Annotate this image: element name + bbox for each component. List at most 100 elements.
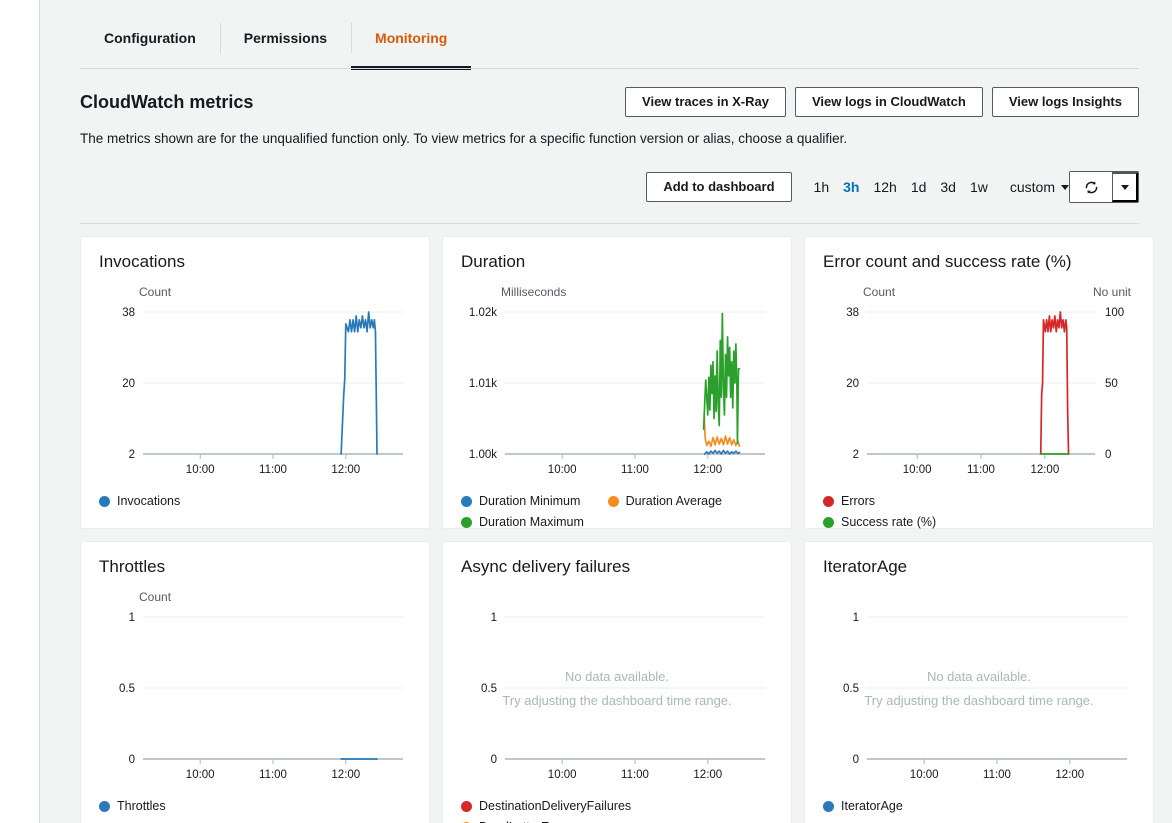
custom-range-label: custom xyxy=(1010,179,1055,195)
legend-color-dot xyxy=(461,517,472,528)
legend-color-dot xyxy=(823,496,834,507)
legend-item[interactable]: Invocations xyxy=(99,492,180,510)
y-tick-label-right: 100 xyxy=(1105,307,1124,319)
legend-item[interactable]: Errors xyxy=(823,492,1038,510)
legend-item[interactable]: DestinationDeliveryFailures xyxy=(461,797,631,815)
tab-configuration[interactable]: Configuration xyxy=(80,14,220,62)
legend-item[interactable]: Success rate (%) xyxy=(823,513,936,531)
refresh-group xyxy=(1069,171,1139,203)
plot-area: 00.5110:0011:0012:00 xyxy=(99,611,411,789)
chart-legend: Duration Minimum Duration Average Duration… xyxy=(461,492,773,534)
time-range-1d[interactable]: 1d xyxy=(911,179,927,195)
plot-area: 00.5110:0011:0012:00No data available.Tr… xyxy=(461,611,773,789)
legend-label: Duration Average xyxy=(626,492,722,510)
legend-color-dot xyxy=(608,496,619,507)
metric-card-iteratorage: IteratorAge00.5110:0011:0012:00No data a… xyxy=(804,541,1154,823)
y-axis-unit-left: Count xyxy=(139,285,171,300)
tab-permissions[interactable]: Permissions xyxy=(220,14,351,62)
axis-unit-row: Count xyxy=(139,285,407,300)
y-tick-label: 38 xyxy=(846,307,859,319)
chart-plot-errors-success: 2203805010010:0011:0012:00 xyxy=(823,306,1135,484)
x-tick-label: 10:00 xyxy=(548,464,577,476)
metric-card-title: Error count and success rate (%) xyxy=(823,251,1135,273)
legend-item[interactable]: Duration Minimum xyxy=(461,492,608,510)
header-action-button-2[interactable]: View logs Insights xyxy=(992,87,1139,117)
time-range-group: 1h 3h 12h 1d 3d 1w xyxy=(814,179,988,195)
y-tick-label: 0 xyxy=(129,754,135,766)
y-tick-label-right: 0 xyxy=(1105,449,1111,461)
y-tick-label: 38 xyxy=(122,307,135,319)
x-tick-label: 12:00 xyxy=(331,769,360,781)
y-tick-label: 20 xyxy=(122,378,135,390)
legend-item[interactable]: IteratorAge xyxy=(823,797,903,815)
legend-item[interactable]: Duration Average xyxy=(608,492,755,510)
y-axis-unit-left: Milliseconds xyxy=(501,285,566,300)
y-axis-unit-left: Count xyxy=(863,285,895,300)
refresh-options-button[interactable] xyxy=(1112,172,1138,202)
chart-plot-invocations: 2203810:0011:0012:00 xyxy=(99,306,411,484)
refresh-button[interactable] xyxy=(1070,172,1112,202)
series-line xyxy=(704,415,739,446)
time-range-12h[interactable]: 12h xyxy=(873,179,896,195)
axis-unit-row: Milliseconds xyxy=(501,285,769,300)
legend-item[interactable]: Throttles xyxy=(99,797,166,815)
header-block: CloudWatch metrics View traces in X-Ray V… xyxy=(80,62,1139,148)
metric-card-errors-success: Error count and success rate (%) Count No … xyxy=(804,236,1154,529)
legend-item[interactable]: Duration Maximum xyxy=(461,513,608,531)
y-tick-label: 1 xyxy=(853,612,859,624)
left-gutter xyxy=(0,0,40,823)
custom-range-selector[interactable]: custom xyxy=(1010,179,1069,195)
chart-legend: IteratorAge xyxy=(823,797,1135,818)
y-axis-unit-left: Count xyxy=(139,590,171,605)
metric-card-title: Throttles xyxy=(99,556,411,578)
x-tick-label: 11:00 xyxy=(259,769,287,781)
legend-label: Duration Minimum xyxy=(479,492,580,510)
y-tick-label: 0.5 xyxy=(119,683,135,695)
x-tick-label: 11:00 xyxy=(621,769,649,781)
metric-card-invocations: InvocationsCount2203810:0011:0012:00Invo… xyxy=(80,236,430,529)
metric-card-throttles: ThrottlesCount00.5110:0011:0012:00Thrott… xyxy=(80,541,430,823)
time-range-3d[interactable]: 3d xyxy=(940,179,956,195)
header-action-button-1[interactable]: View logs in CloudWatch xyxy=(795,87,983,117)
tab-monitoring[interactable]: Monitoring xyxy=(351,14,471,62)
x-tick-label: 11:00 xyxy=(983,769,1011,781)
time-range-1w[interactable]: 1w xyxy=(970,179,988,195)
y-tick-label: 1.00k xyxy=(469,449,497,461)
main-content: ConfigurationPermissionsMonitoring Cloud… xyxy=(41,0,1172,823)
chart-plot-async-delivery-failures: 00.5110:0011:0012:00 xyxy=(461,611,773,789)
x-tick-label: 12:00 xyxy=(1055,769,1084,781)
axis-unit-row: Count xyxy=(139,590,407,605)
axis-unit-row xyxy=(501,590,769,605)
x-tick-label: 10:00 xyxy=(186,464,215,476)
legend-color-dot xyxy=(99,496,110,507)
metric-card-title: IteratorAge xyxy=(823,556,1135,578)
legend-label: DestinationDeliveryFailures xyxy=(479,797,631,815)
plot-area: 2203805010010:0011:0012:00 xyxy=(823,306,1135,484)
legend-label: Invocations xyxy=(117,492,180,510)
y-axis-unit-right: No unit xyxy=(1093,285,1131,300)
tab-bar: ConfigurationPermissionsMonitoring xyxy=(80,0,1172,62)
time-range-3h[interactable]: 3h xyxy=(843,179,859,195)
add-to-dashboard-button[interactable]: Add to dashboard xyxy=(646,172,791,202)
legend-color-dot xyxy=(823,517,834,528)
y-tick-label: 1.01k xyxy=(469,378,497,390)
x-tick-label: 11:00 xyxy=(259,464,287,476)
legend-label: DeadLetterErrors xyxy=(479,818,575,823)
plot-area: 1.00k1.01k1.02k10:0011:0012:00 xyxy=(461,306,773,484)
chart-legend: Throttles xyxy=(99,797,411,818)
x-tick-label: 12:00 xyxy=(693,769,722,781)
metric-card-title: Async delivery failures xyxy=(461,556,773,578)
chart-plot-iteratorage: 00.5110:0011:0012:00 xyxy=(823,611,1135,789)
chevron-down-icon xyxy=(1061,185,1069,190)
chart-plot-duration: 1.00k1.01k1.02k10:0011:0012:00 xyxy=(461,306,773,484)
y-tick-label: 2 xyxy=(129,449,135,461)
time-range-1h[interactable]: 1h xyxy=(814,179,830,195)
plot-area: 00.5110:0011:0012:00No data available.Tr… xyxy=(823,611,1135,789)
refresh-icon xyxy=(1083,179,1100,196)
page-title: CloudWatch metrics xyxy=(80,87,253,114)
header-action-button-0[interactable]: View traces in X-Ray xyxy=(625,87,786,117)
axis-unit-row: Count No unit xyxy=(863,285,1131,300)
x-tick-label: 10:00 xyxy=(548,769,577,781)
chart-legend: Errors Success rate (%) xyxy=(823,492,1135,534)
legend-item[interactable]: DeadLetterErrors xyxy=(461,818,575,823)
